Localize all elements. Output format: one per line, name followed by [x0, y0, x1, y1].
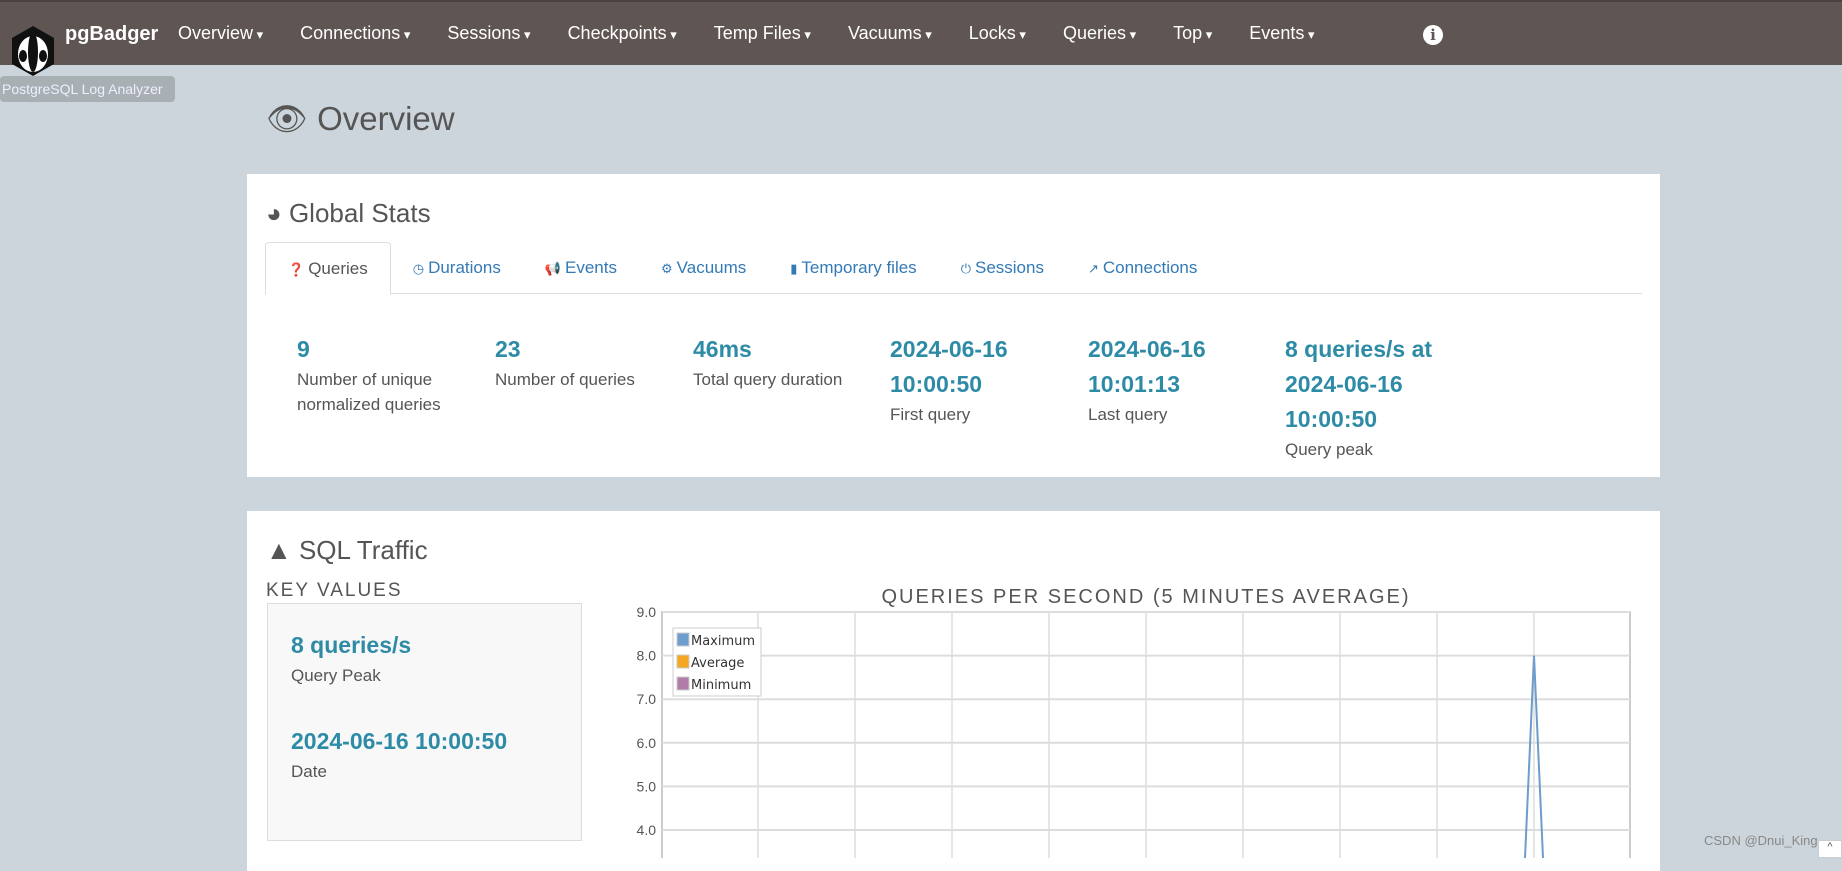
nav-temp-files[interactable]: Temp Files	[714, 23, 811, 44]
cogs-icon: ⚙	[661, 261, 673, 276]
legend-swatch-maximum	[676, 632, 690, 647]
tab-vacuums[interactable]: ⚙ Vacuums	[639, 242, 768, 293]
watermark: CSDN @Dnui_King	[1704, 833, 1818, 848]
page-title: 👁 Overview	[266, 100, 455, 137]
legend-label-average: Average	[691, 656, 744, 671]
nav-top[interactable]: Top	[1173, 23, 1212, 44]
tab-connections[interactable]: ↗ Connections	[1066, 242, 1219, 293]
logo-tooltip: PostgreSQL Log Analyzer	[0, 76, 175, 102]
tab-sessions[interactable]: ⏻ Sessions	[939, 242, 1066, 293]
y-tick-label: 5.0	[637, 778, 657, 794]
brand[interactable]: pgBadger	[65, 23, 158, 46]
legend-label-minimum: Minimum	[691, 678, 751, 693]
queries-per-second-chart: 9.0 8.0 7.0 6.0 5.0 4.0 Maximum Average Minimum	[637, 604, 1631, 858]
nav-sessions[interactable]: Sessions	[447, 23, 530, 44]
tab-temporary-files[interactable]: ▮ Temporary files	[768, 242, 938, 293]
bullhorn-icon: 📢	[544, 261, 562, 276]
global-stats-title: ◕ Global Stats	[266, 198, 431, 228]
question-circle-icon: ❓	[288, 262, 305, 277]
y-tick-label: 4.0	[637, 822, 657, 838]
kv-date-label: Date	[291, 762, 327, 781]
legend-swatch-average	[676, 654, 690, 669]
nav-vacuums[interactable]: Vacuums	[848, 23, 932, 44]
clock-icon: ◷	[412, 261, 425, 276]
legend-swatch-minimum	[676, 676, 690, 691]
nav-connections[interactable]: Connections	[300, 23, 410, 44]
nav-checkpoints[interactable]: Checkpoints	[568, 23, 677, 44]
legend-label-maximum: Maximum	[691, 634, 755, 649]
stat-first-query: 2024-06-16 10:00:50 First query	[890, 336, 1008, 424]
nav-locks[interactable]: Locks	[969, 23, 1026, 44]
nav-events[interactable]: Events	[1249, 23, 1314, 44]
nav-menu: Overview Connections Sessions Checkpoint…	[178, 23, 1351, 44]
y-tick-label: 6.0	[637, 735, 657, 751]
scroll-top-button[interactable]: ^	[1818, 840, 1842, 858]
pgbadger-logo[interactable]	[6, 24, 60, 78]
tab-events[interactable]: 📢 Events	[523, 242, 639, 293]
nav-overview[interactable]: Overview	[178, 23, 263, 44]
y-tick-label: 9.0	[637, 604, 657, 620]
sql-traffic-title: ▲ SQL Traffic	[266, 535, 428, 565]
eye-icon: 👁	[266, 100, 308, 137]
y-tick-label: 7.0	[637, 691, 657, 707]
tab-queries[interactable]: ❓ Queries	[265, 242, 391, 295]
info-icon[interactable]: i	[1423, 25, 1443, 45]
kv-peak-value: 8 queries/s	[291, 632, 412, 658]
stat-num-queries: 23 Number of queries	[495, 336, 635, 389]
external-link-icon: ↗	[1087, 261, 1099, 276]
dashboard-icon: ◕	[266, 198, 282, 228]
y-tick-label: 8.0	[637, 648, 657, 664]
nav-queries[interactable]: Queries	[1063, 23, 1136, 44]
stats-tabs: ❓ Queries ◷ Durations 📢 Events ⚙ Vacuums ▮ Te…	[265, 242, 1642, 295]
kv-date-value: 2024-06-16 10:00:50	[291, 728, 508, 754]
power-icon: ⏻	[960, 261, 971, 276]
road-icon: ▲	[266, 535, 292, 565]
kv-peak-label: Query Peak	[291, 666, 381, 685]
tab-durations[interactable]: ◷ Durations	[391, 242, 523, 293]
stat-query-peak: 8 queries/s at 2024-06-16 10:00:50 Query …	[1285, 336, 1433, 459]
navbar: pgBadger Overview Connections Sessions C…	[0, 0, 1842, 76]
key-values-title: KEY VALUES	[266, 580, 403, 601]
stat-unique-queries: 9 Number of unique normalized queries	[297, 336, 441, 414]
key-values-box: 8 queries/s Query Peak 2024-06-16 10:00:…	[267, 603, 582, 841]
stat-last-query: 2024-06-16 10:01:13 Last query	[1088, 336, 1206, 424]
stat-total-duration: 46ms Total query duration	[693, 336, 843, 389]
file-icon: ▮	[790, 261, 798, 276]
